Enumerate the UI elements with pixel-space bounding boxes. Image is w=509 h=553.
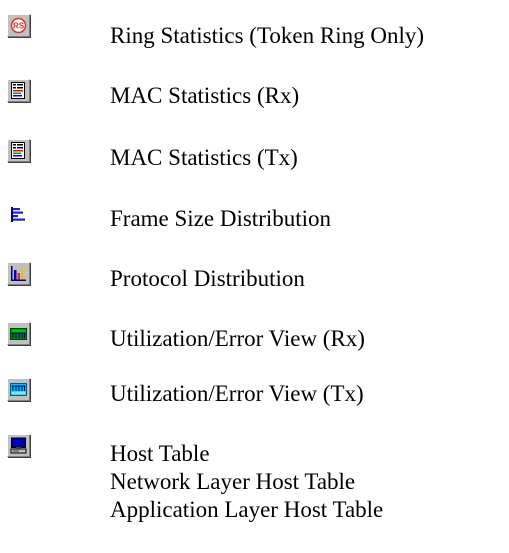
legend-label-host-table: Host Table <box>110 441 210 466</box>
frame-size-icon <box>7 203 30 226</box>
svg-text:RS: RS <box>13 22 25 31</box>
utilization-tx-icon <box>7 378 30 401</box>
utilization-rx-icon <box>7 322 30 345</box>
mac-statistics-icon <box>7 79 30 102</box>
protocol-distribution-icon <box>7 262 30 285</box>
legend-sublabel-application-layer-host-table: Application Layer Host Table <box>110 497 384 522</box>
legend-label-utilization-rx: Utilization/Error View (Rx) <box>110 326 365 351</box>
legend-label-mac-statistics-rx: MAC Statistics (Rx) <box>110 83 300 108</box>
rs-icon: RS <box>7 14 30 37</box>
legend-label-utilization-tx: Utilization/Error View (Tx) <box>110 381 364 406</box>
host-table-icon <box>7 434 30 457</box>
legend-label-ring-statistics: Ring Statistics (Token Ring Only) <box>110 23 424 48</box>
legend-label-mac-statistics-tx: MAC Statistics (Tx) <box>110 145 298 170</box>
legend-label-protocol-distribution: Protocol Distribution <box>110 266 305 291</box>
legend-label-frame-size-distribution: Frame Size Distribution <box>110 206 332 231</box>
mac-statistics-icon <box>7 139 30 162</box>
legend-sublabel-network-layer-host-table: Network Layer Host Table <box>110 469 356 494</box>
